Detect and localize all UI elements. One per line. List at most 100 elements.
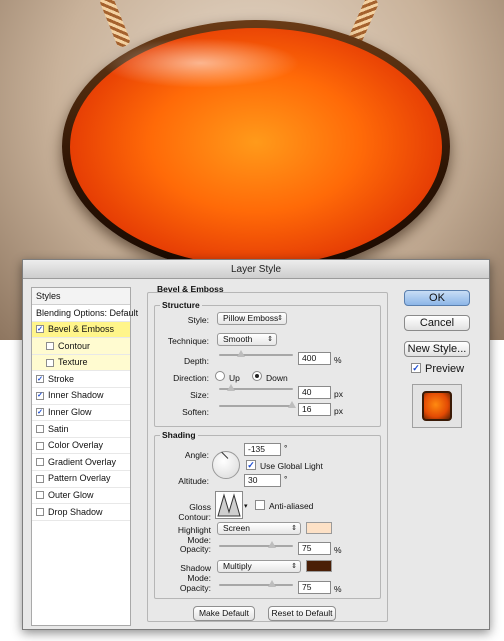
style-item-label: Stroke xyxy=(48,373,75,384)
shadow-mode-select[interactable]: Multiply ⇕ xyxy=(217,560,301,573)
size-slider-thumb[interactable] xyxy=(226,384,235,391)
style-item-label: Satin xyxy=(48,423,69,434)
reset-default-button[interactable]: Reset to Default xyxy=(268,606,336,621)
style-item-checkbox[interactable]: ✓ xyxy=(36,325,44,334)
cancel-button[interactable]: Cancel xyxy=(404,315,470,331)
select-arrows-icon: ⇕ xyxy=(277,315,283,322)
altitude-input[interactable]: 30 xyxy=(244,474,281,487)
style-item-checkbox[interactable] xyxy=(46,358,54,367)
highlight-opacity-input[interactable]: 75 xyxy=(298,542,331,555)
style-item-texture[interactable]: Texture xyxy=(32,354,130,372)
angle-degree: ° xyxy=(284,443,288,453)
shading-title: Shading xyxy=(160,430,198,440)
shadow-mode-value: Multiply xyxy=(223,561,252,571)
anti-aliased-checkbox[interactable] xyxy=(255,500,265,510)
style-item-checkbox[interactable] xyxy=(46,341,54,350)
style-item-label: Inner Glow xyxy=(48,407,92,418)
soften-label: Soften: xyxy=(182,407,209,417)
highlight-color-swatch[interactable] xyxy=(306,522,332,534)
style-item-pattern-overlay[interactable]: Pattern Overlay xyxy=(32,471,130,488)
style-label: Style: xyxy=(187,315,209,325)
depth-slider-thumb[interactable] xyxy=(237,350,246,357)
style-item-checkbox[interactable] xyxy=(36,474,44,483)
shadow-color-swatch[interactable] xyxy=(306,560,332,572)
structure-title: Structure xyxy=(160,300,202,310)
make-default-button[interactable]: Make Default xyxy=(193,606,255,621)
size-slider[interactable] xyxy=(219,384,293,391)
style-item-color-overlay[interactable]: Color Overlay xyxy=(32,438,130,455)
soften-slider-thumb[interactable] xyxy=(287,401,296,408)
style-item-drop-shadow[interactable]: Drop Shadow xyxy=(32,504,130,521)
style-item-checkbox[interactable] xyxy=(36,441,44,450)
gloss-contour-picker[interactable] xyxy=(215,491,243,519)
size-input[interactable]: 40 xyxy=(298,386,331,399)
style-item-bevel-emboss[interactable]: ✓ Bevel & Emboss xyxy=(32,321,130,339)
highlight-opacity-thumb[interactable] xyxy=(268,541,277,548)
select-arrows-icon: ⇕ xyxy=(291,525,297,532)
anti-aliased-label: Anti-aliased xyxy=(269,501,314,511)
altitude-degree: ° xyxy=(284,474,288,484)
size-label: Size: xyxy=(190,390,209,400)
soften-input[interactable]: 16 xyxy=(298,403,331,416)
style-item-gradient-overlay[interactable]: Gradient Overlay xyxy=(32,454,130,471)
angle-dial[interactable] xyxy=(212,451,240,479)
shadow-opacity-label: Opacity: xyxy=(179,583,211,593)
altitude-label: Altitude: xyxy=(178,476,209,486)
soften-unit: px xyxy=(334,406,343,416)
shadow-opacity-thumb[interactable] xyxy=(268,580,277,587)
select-arrows-icon: ⇕ xyxy=(267,336,273,343)
style-item-label: Color Overlay xyxy=(48,440,104,451)
angle-input[interactable]: -135 xyxy=(244,443,281,456)
preview-label: Preview xyxy=(425,363,465,375)
style-preview-thumbnail xyxy=(412,384,462,428)
style-item-checkbox[interactable]: ✓ xyxy=(36,408,44,417)
shadow-opacity-slider[interactable] xyxy=(219,580,293,587)
angle-dial-needle xyxy=(221,451,229,459)
style-item-checkbox[interactable]: ✓ xyxy=(36,391,44,400)
highlight-mode-label: Highlight Mode: xyxy=(177,525,211,545)
preview-checkbox[interactable]: ✓ xyxy=(411,363,421,373)
style-item-inner-glow[interactable]: ✓ Inner Glow xyxy=(32,405,130,422)
shadow-opacity-input[interactable]: 75 xyxy=(298,581,331,594)
style-item-label: Contour xyxy=(58,340,91,351)
style-item-checkbox[interactable] xyxy=(36,507,44,516)
global-light-label: Use Global Light xyxy=(260,461,323,471)
direction-down-radio[interactable] xyxy=(252,371,262,381)
style-item-inner-shadow[interactable]: ✓ Inner Shadow xyxy=(32,388,130,405)
gloss-contour-arrow[interactable]: ▾ xyxy=(244,502,248,510)
preview-swatch xyxy=(422,391,452,421)
blending-options-item[interactable]: Blending Options: Default xyxy=(32,305,138,322)
style-item-stroke[interactable]: ✓ Stroke xyxy=(32,371,130,388)
style-item-checkbox[interactable] xyxy=(36,491,44,500)
direction-label: Direction: xyxy=(173,373,209,383)
highlight-mode-select[interactable]: Screen ⇕ xyxy=(217,522,301,535)
depth-input[interactable]: 400 xyxy=(298,352,331,365)
style-item-label: Pattern Overlay xyxy=(48,473,111,484)
soften-slider[interactable] xyxy=(219,401,296,408)
styles-header[interactable]: Styles xyxy=(32,288,130,305)
select-arrows-icon: ⇕ xyxy=(291,563,297,570)
style-item-checkbox[interactable] xyxy=(36,424,44,433)
global-light-checkbox[interactable]: ✓ xyxy=(246,460,256,470)
ok-button[interactable]: OK xyxy=(404,290,470,306)
gem-highlight xyxy=(100,38,300,88)
depth-label: Depth: xyxy=(183,356,209,366)
left-chain-image xyxy=(98,0,132,49)
depth-slider[interactable] xyxy=(219,350,293,357)
highlight-opacity-slider[interactable] xyxy=(219,541,293,548)
style-item-outer-glow[interactable]: Outer Glow xyxy=(32,488,130,505)
highlight-opacity-unit: % xyxy=(334,545,342,555)
style-item-checkbox[interactable] xyxy=(36,458,44,467)
style-item-checkbox[interactable]: ✓ xyxy=(36,375,44,384)
shadow-mode-label: Shadow Mode: xyxy=(180,563,211,583)
direction-up-radio[interactable] xyxy=(215,371,225,381)
depth-unit: % xyxy=(334,355,342,365)
technique-select[interactable]: Smooth ⇕ xyxy=(217,333,277,346)
style-select[interactable]: Pillow Emboss ⇕ xyxy=(217,312,287,325)
new-style-button[interactable]: New Style... xyxy=(404,341,470,357)
technique-select-value: Smooth xyxy=(223,334,253,344)
layer-style-dialog: Layer Style Styles Blending Options: Def… xyxy=(22,259,490,630)
style-item-contour[interactable]: Contour xyxy=(32,338,130,355)
style-item-satin[interactable]: Satin xyxy=(32,421,130,438)
direction-down-label: Down xyxy=(266,373,288,383)
